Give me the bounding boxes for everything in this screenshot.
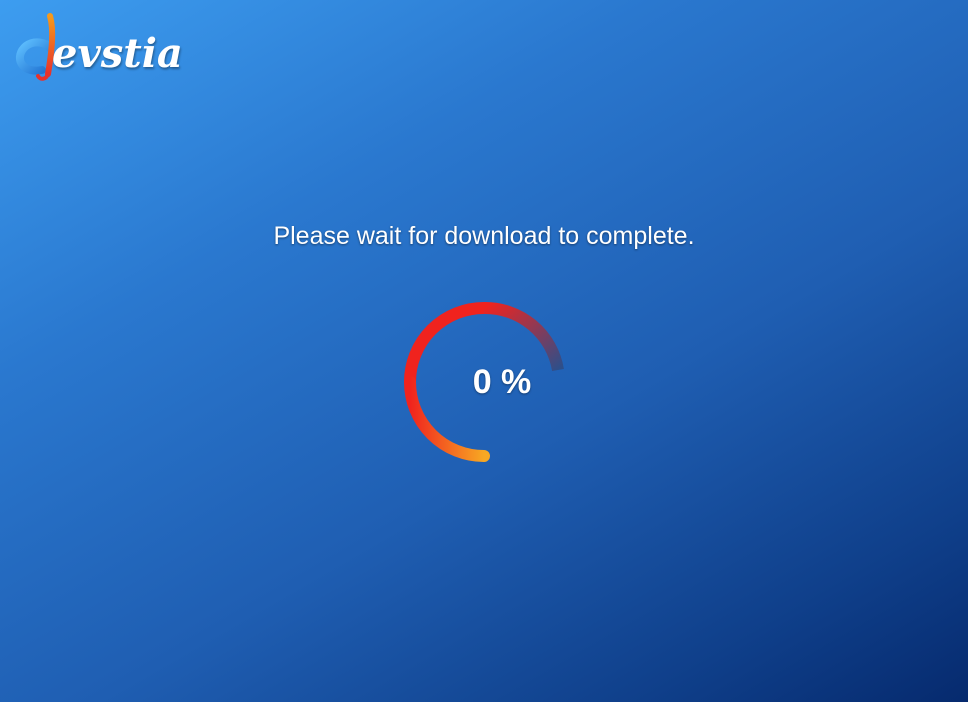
download-wait-message: Please wait for download to complete. xyxy=(273,222,695,250)
devstia-logo: evstia xyxy=(12,10,183,85)
logo-wordmark: evstia xyxy=(52,30,183,77)
download-percent-label: 0 % xyxy=(472,362,532,401)
